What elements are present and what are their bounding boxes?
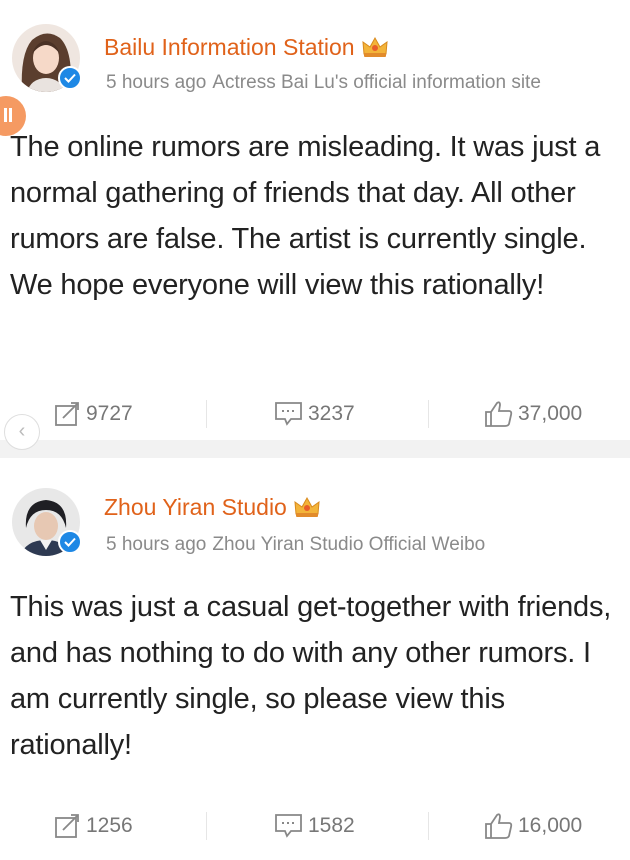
post-text: The online rumors are misleading. It was… bbox=[10, 131, 601, 301]
avatar[interactable] bbox=[12, 24, 82, 92]
crown-icon bbox=[293, 496, 321, 524]
comment-button[interactable]: 3237 bbox=[274, 394, 355, 434]
repost-button[interactable]: 1256 bbox=[54, 806, 133, 846]
post-time: 5 hours ago bbox=[106, 72, 207, 93]
action-divider bbox=[428, 400, 429, 428]
action-divider bbox=[428, 812, 429, 840]
author-name[interactable]: Bailu Information Station bbox=[104, 34, 389, 64]
like-count: 16,000 bbox=[518, 814, 583, 837]
repost-count: 9727 bbox=[86, 402, 133, 425]
repost-count: 1256 bbox=[86, 814, 133, 837]
like-button[interactable]: 37,000 bbox=[484, 394, 582, 434]
post-time: 5 hours ago bbox=[106, 534, 207, 555]
comment-icon bbox=[275, 814, 302, 838]
post-card: Bailu Information Station 5 hours ago Act… bbox=[0, 0, 630, 440]
avatar[interactable] bbox=[12, 488, 82, 556]
post-actions: 1256 1582 16,000 bbox=[0, 806, 630, 846]
like-icon bbox=[485, 813, 513, 839]
comment-count: 3237 bbox=[308, 402, 355, 425]
verified-badge-icon bbox=[58, 530, 82, 554]
post-card: Zhou Yiran Studio 5 hours ago Zhou Yiran … bbox=[0, 458, 630, 860]
comment-count: 1582 bbox=[308, 814, 355, 837]
post-actions: 9727 3237 37,000 bbox=[0, 394, 630, 434]
comment-icon bbox=[275, 402, 302, 426]
repost-icon bbox=[55, 814, 79, 838]
post-divider bbox=[0, 440, 630, 458]
like-icon bbox=[485, 401, 513, 427]
author-name[interactable]: Zhou Yiran Studio bbox=[104, 494, 321, 524]
like-button[interactable]: 16,000 bbox=[484, 806, 582, 846]
action-divider bbox=[206, 400, 207, 428]
post-text: This was just a casual get-together with… bbox=[10, 591, 612, 761]
comment-button[interactable]: 1582 bbox=[274, 806, 355, 846]
author-description: Actress Bai Lu's official information si… bbox=[212, 72, 541, 93]
like-count: 37,000 bbox=[518, 402, 583, 425]
verified-badge-icon bbox=[58, 66, 82, 90]
post-meta: 5 hours ago Zhou Yiran Studio Official We… bbox=[106, 534, 485, 556]
author-name-text[interactable]: Bailu Information Station bbox=[104, 34, 355, 60]
author-name-text[interactable]: Zhou Yiran Studio bbox=[104, 494, 287, 520]
author-description: Zhou Yiran Studio Official Weibo bbox=[212, 534, 486, 555]
crown-icon bbox=[361, 36, 389, 64]
action-divider bbox=[206, 812, 207, 840]
back-arrow-icon[interactable]: ‹ bbox=[4, 414, 40, 450]
repost-icon bbox=[55, 402, 79, 426]
post-meta: 5 hours ago Actress Bai Lu's official inf… bbox=[106, 72, 541, 94]
repost-button[interactable]: 9727 bbox=[54, 394, 133, 434]
